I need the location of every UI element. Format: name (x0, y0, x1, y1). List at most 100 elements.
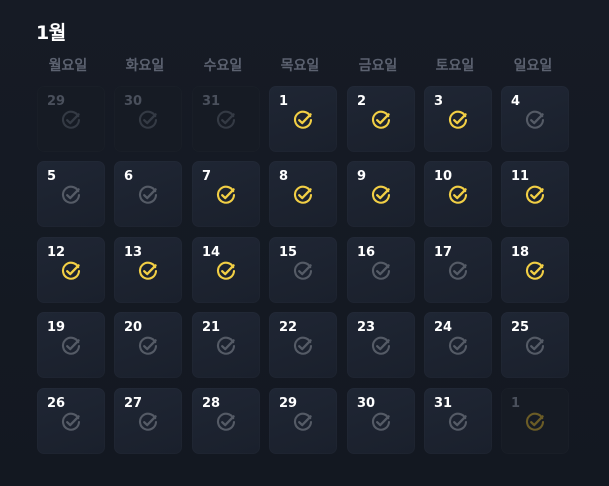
check-circle-icon-active (138, 261, 158, 281)
check-circle-icon-active (293, 185, 313, 205)
day-number: 24 (434, 320, 453, 335)
calendar-day-outside: 29 (37, 86, 105, 152)
calendar-day[interactable]: 1 (269, 86, 337, 152)
calendar-day[interactable]: 30 (347, 388, 415, 454)
day-number: 13 (124, 245, 143, 260)
day-number: 22 (279, 320, 298, 335)
day-number: 30 (357, 396, 376, 411)
calendar-day[interactable]: 15 (269, 237, 337, 303)
calendar-day-outside: 1 (501, 388, 569, 454)
day-number: 16 (357, 245, 376, 260)
day-number: 19 (47, 320, 66, 335)
calendar-day[interactable]: 11 (501, 161, 569, 227)
day-number: 17 (434, 245, 453, 260)
calendar-day[interactable]: 28 (192, 388, 260, 454)
day-number: 29 (47, 94, 66, 109)
day-number: 30 (124, 94, 143, 109)
check-circle-icon (371, 336, 391, 356)
calendar-day[interactable]: 24 (424, 312, 492, 378)
calendar-day[interactable]: 5 (37, 161, 105, 227)
check-circle-icon (448, 261, 468, 281)
check-circle-icon-active (61, 261, 81, 281)
day-number: 23 (357, 320, 376, 335)
calendar-day[interactable]: 26 (37, 388, 105, 454)
check-circle-icon (293, 261, 313, 281)
calendar-day[interactable]: 8 (269, 161, 337, 227)
calendar-day[interactable]: 27 (114, 388, 182, 454)
calendar-day[interactable]: 14 (192, 237, 260, 303)
check-circle-icon (216, 110, 236, 130)
calendar-day[interactable]: 12 (37, 237, 105, 303)
day-number: 18 (511, 245, 530, 260)
day-number: 15 (279, 245, 298, 260)
day-number: 7 (202, 169, 212, 184)
calendar-day[interactable]: 31 (424, 388, 492, 454)
day-number: 12 (47, 245, 66, 260)
day-number: 6 (124, 169, 134, 184)
check-circle-icon (216, 336, 236, 356)
day-number: 8 (279, 169, 289, 184)
calendar-day[interactable]: 3 (424, 86, 492, 152)
calendar-day[interactable]: 7 (192, 161, 260, 227)
calendar-day[interactable]: 29 (269, 388, 337, 454)
day-number: 29 (279, 396, 298, 411)
check-circle-icon (138, 336, 158, 356)
calendar-day-outside: 31 (192, 86, 260, 152)
check-circle-icon-active (371, 110, 391, 130)
calendar-day[interactable]: 2 (347, 86, 415, 152)
check-circle-icon (61, 336, 81, 356)
check-circle-icon-active (525, 412, 545, 432)
calendar-day-outside: 30 (114, 86, 182, 152)
calendar-day[interactable]: 6 (114, 161, 182, 227)
calendar-day[interactable]: 19 (37, 312, 105, 378)
day-number: 9 (357, 169, 367, 184)
day-number: 26 (47, 396, 66, 411)
day-number: 10 (434, 169, 453, 184)
day-number: 21 (202, 320, 221, 335)
calendar-day[interactable]: 20 (114, 312, 182, 378)
day-number: 25 (511, 320, 530, 335)
check-circle-icon (371, 261, 391, 281)
calendar-day[interactable]: 9 (347, 161, 415, 227)
day-number: 14 (202, 245, 221, 260)
day-grid: 29 30 31 1 2 3 4 5 6 7 8 9 10 11 12 13 14 15 16 17 18 19 20 21 2… (0, 0, 609, 486)
day-number: 3 (434, 94, 444, 109)
day-number: 28 (202, 396, 221, 411)
check-circle-icon-active (216, 261, 236, 281)
check-circle-icon-active (293, 110, 313, 130)
calendar-day[interactable]: 25 (501, 312, 569, 378)
check-circle-icon (138, 412, 158, 432)
calendar-day[interactable]: 10 (424, 161, 492, 227)
check-circle-icon (293, 412, 313, 432)
day-number: 31 (434, 396, 453, 411)
calendar-day[interactable]: 21 (192, 312, 260, 378)
calendar-day[interactable]: 4 (501, 86, 569, 152)
check-circle-icon (61, 185, 81, 205)
calendar-day[interactable]: 23 (347, 312, 415, 378)
day-number: 1 (279, 94, 289, 109)
check-circle-icon (448, 412, 468, 432)
calendar-day[interactable]: 13 (114, 237, 182, 303)
check-circle-icon (293, 336, 313, 356)
check-circle-icon (61, 110, 81, 130)
calendar-day[interactable]: 22 (269, 312, 337, 378)
check-circle-icon (448, 336, 468, 356)
check-circle-icon-active (448, 110, 468, 130)
day-number: 4 (511, 94, 521, 109)
calendar-day[interactable]: 18 (501, 237, 569, 303)
calendar-day[interactable]: 16 (347, 237, 415, 303)
check-circle-icon (525, 110, 545, 130)
day-number: 31 (202, 94, 221, 109)
check-circle-icon-active (525, 261, 545, 281)
calendar-day[interactable]: 17 (424, 237, 492, 303)
day-number: 20 (124, 320, 143, 335)
day-number: 2 (357, 94, 367, 109)
check-circle-icon-active (371, 185, 391, 205)
check-circle-icon (371, 412, 391, 432)
day-number: 1 (511, 396, 521, 411)
check-circle-icon (138, 110, 158, 130)
day-number: 5 (47, 169, 57, 184)
day-number: 11 (511, 169, 530, 184)
check-circle-icon (138, 185, 158, 205)
check-circle-icon (525, 336, 545, 356)
